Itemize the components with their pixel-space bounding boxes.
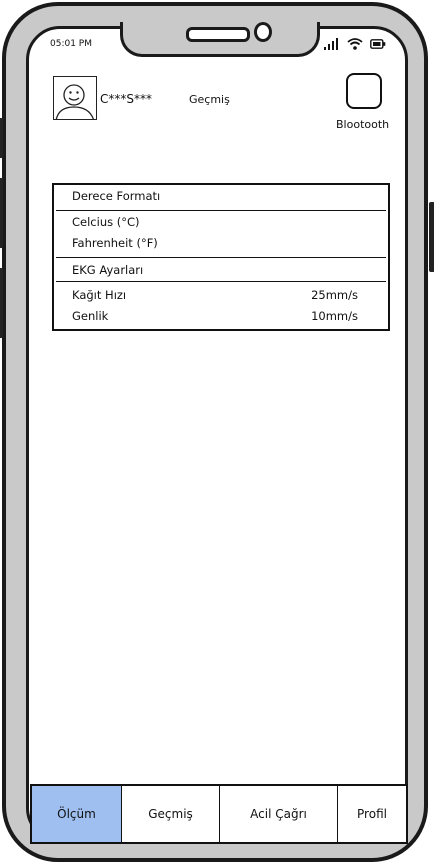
divider bbox=[56, 210, 386, 211]
status-time: 05:01 PM bbox=[50, 39, 92, 49]
bluetooth-button[interactable] bbox=[346, 73, 382, 109]
camera bbox=[254, 22, 272, 42]
side-button-left bbox=[0, 118, 3, 158]
speaker bbox=[186, 27, 250, 42]
amplitude-label: Genlik bbox=[72, 309, 109, 323]
degree-format-title: Derece Formatı bbox=[72, 189, 161, 203]
nav-tab-profil[interactable]: Profil bbox=[338, 786, 406, 842]
side-button-right bbox=[429, 202, 434, 272]
avatar-face-icon bbox=[55, 84, 94, 119]
nav-tab-acil-cagri[interactable]: Acil Çağrı bbox=[220, 786, 338, 842]
ekg-settings-title: EKG Ayarları bbox=[72, 263, 144, 277]
divider bbox=[56, 281, 386, 282]
amplitude-value[interactable]: 10mm/s bbox=[311, 309, 358, 323]
avatar[interactable] bbox=[53, 76, 97, 120]
nav-tab-gecmis[interactable]: Geçmiş bbox=[122, 786, 220, 842]
settings-panel: Derece Formatı Celcius (°C) Fahrenheit (… bbox=[52, 183, 390, 331]
paper-speed-label: Kağıt Hızı bbox=[72, 288, 127, 302]
side-button-left bbox=[0, 268, 3, 338]
fahrenheit-option[interactable]: Fahrenheit (°F) bbox=[72, 236, 158, 250]
celsius-option[interactable]: Celcius (°C) bbox=[72, 215, 140, 229]
status-icons bbox=[324, 36, 386, 52]
bluetooth-label: Blootooth bbox=[336, 118, 390, 131]
user-name: C***S*** bbox=[100, 92, 152, 106]
bottom-nav: Ölçüm Geçmiş Acil Çağrı Profil bbox=[30, 784, 408, 844]
history-link[interactable]: Geçmiş bbox=[189, 93, 230, 106]
signal-icon bbox=[324, 38, 338, 50]
side-button-left bbox=[0, 178, 3, 248]
divider bbox=[56, 257, 386, 258]
paper-speed-value[interactable]: 25mm/s bbox=[311, 288, 358, 302]
battery-icon bbox=[370, 39, 386, 49]
screen bbox=[26, 26, 408, 842]
wifi-icon bbox=[347, 38, 363, 50]
nav-tab-olcum[interactable]: Ölçüm bbox=[32, 786, 122, 842]
